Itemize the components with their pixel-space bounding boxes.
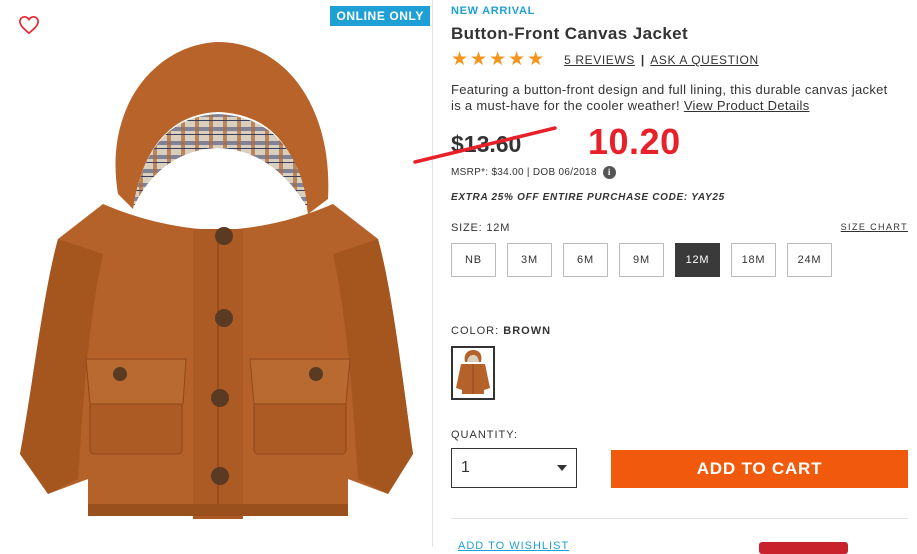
separator: | <box>640 53 645 67</box>
add-to-cart-button[interactable]: ADD TO CART <box>611 450 908 488</box>
size-option-18m[interactable]: 18M <box>731 243 776 277</box>
size-option-9m[interactable]: 9M <box>619 243 664 277</box>
size-option-6m[interactable]: 6M <box>563 243 608 277</box>
selected-color: BROWN <box>503 325 552 337</box>
size-option-24m[interactable]: 24M <box>787 243 832 277</box>
divider <box>451 518 908 519</box>
size-option-nb[interactable]: NB <box>451 243 496 277</box>
size-label-text: SIZE: <box>451 222 483 234</box>
selected-size: 12M <box>486 222 511 234</box>
product-details: NEW ARRIVAL Button-Front Canvas Jacket ★… <box>413 0 911 554</box>
info-icon[interactable]: i <box>602 166 616 179</box>
view-details-link[interactable]: View Product Details <box>684 98 810 113</box>
reviews-link[interactable]: 5 REVIEWS <box>564 53 635 67</box>
color-label-text: COLOR: <box>451 325 500 337</box>
promo-code: EXTRA 25% OFF ENTIRE PURCHASE CODE: YAY2… <box>451 192 725 203</box>
color-label: COLOR: BROWN <box>451 325 551 337</box>
quantity-value: 1 <box>461 459 470 476</box>
size-chart-link[interactable]: SIZE CHART <box>841 222 908 232</box>
ask-question-link[interactable]: ASK A QUESTION <box>650 53 758 67</box>
star-rating: ★★★★★ <box>451 49 547 70</box>
new-arrival-tag: NEW ARRIVAL <box>451 5 536 17</box>
rating-row: ★★★★★ 5 REVIEWS | ASK A QUESTION <box>451 49 759 70</box>
product-title: Button-Front Canvas Jacket <box>451 24 689 43</box>
product-image[interactable] <box>8 24 428 524</box>
sale-price: 10.20 <box>588 121 681 162</box>
product-description: Featuring a button-front design and full… <box>451 82 896 114</box>
quantity-label: QUANTITY: <box>451 429 519 441</box>
msrp-text: MSRP*: $34.00 | DOB 06/2018 <box>451 167 597 178</box>
msrp-line: MSRP*: $34.00 | DOB 06/2018 i <box>451 166 616 179</box>
add-to-wishlist-link[interactable]: ADD TO WISHLIST <box>458 540 569 552</box>
swatch-jacket-thumbnail <box>456 350 490 394</box>
color-swatch-brown[interactable] <box>451 346 495 400</box>
pinterest-save-button[interactable] <box>759 542 848 554</box>
description-text: Featuring a button-front design and full… <box>451 82 888 113</box>
price-strikethrough <box>413 126 557 164</box>
online-only-badge: ONLINE ONLY <box>330 6 430 26</box>
size-options: NB 3M 6M 9M 12M 18M 24M <box>451 243 843 277</box>
chevron-down-icon <box>557 465 567 471</box>
quantity-select[interactable]: 1 <box>451 448 577 488</box>
size-label: SIZE: 12M <box>451 222 510 234</box>
size-option-12m[interactable]: 12M <box>675 243 720 277</box>
size-option-3m[interactable]: 3M <box>507 243 552 277</box>
product-gallery: ONLINE ONLY <box>0 0 433 547</box>
